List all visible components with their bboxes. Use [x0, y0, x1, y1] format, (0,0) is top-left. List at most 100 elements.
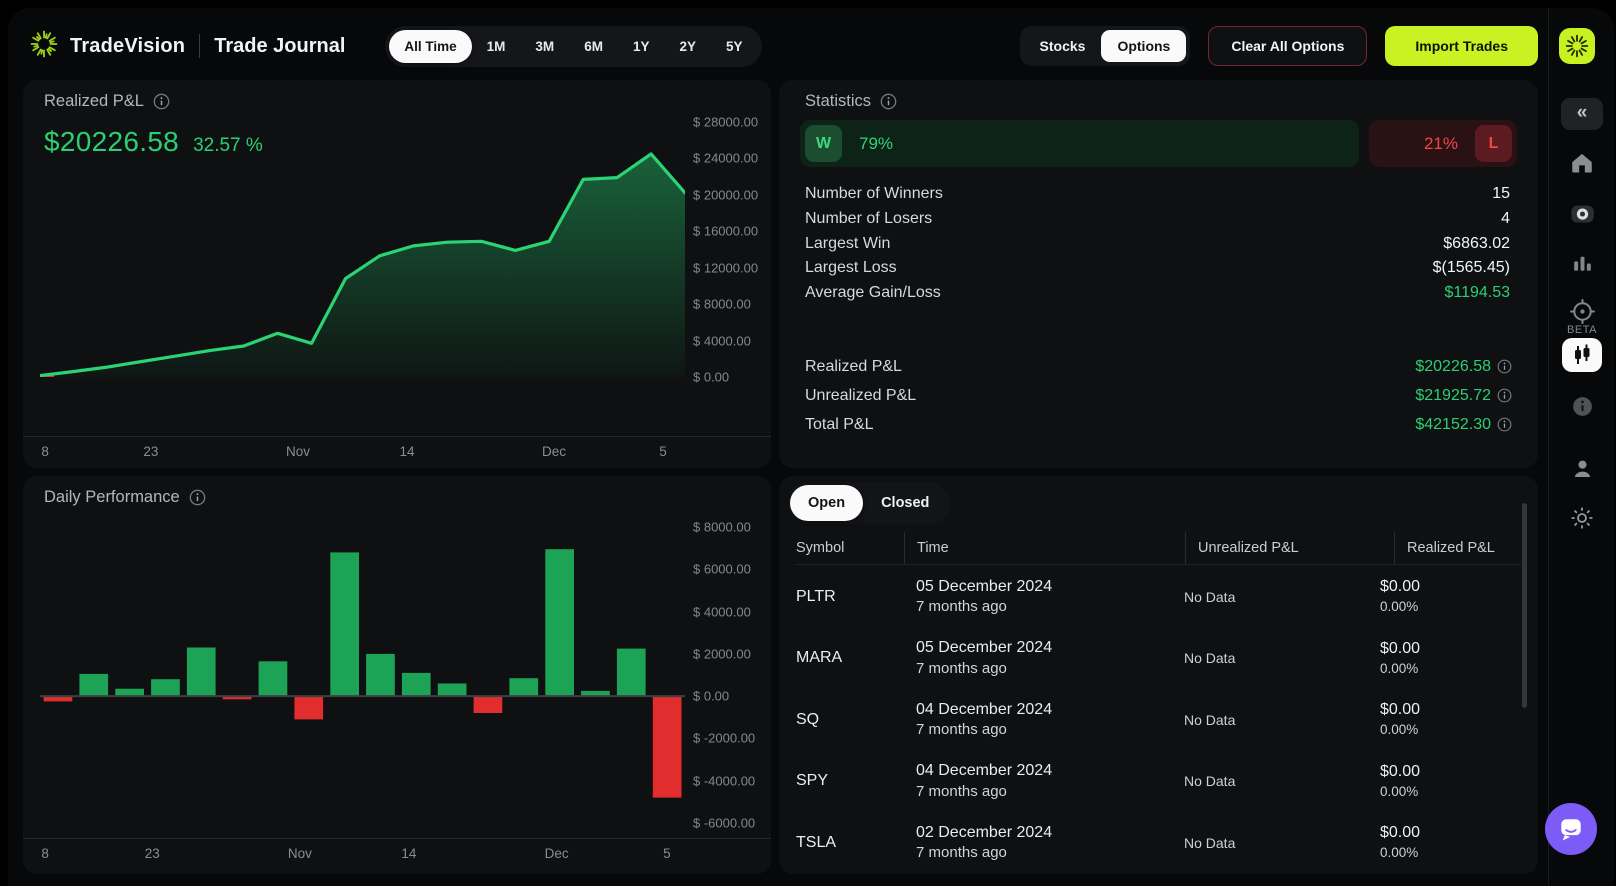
realized-percent: 0.00% — [1380, 598, 1521, 616]
time-filter-1m[interactable]: 1M — [472, 30, 521, 63]
daily-performance-title: Daily Performance — [44, 488, 206, 507]
cell-time: 04 December 20247 months ago — [904, 761, 1172, 801]
target-icon[interactable] — [1561, 295, 1603, 327]
sidebar-logo-button[interactable] — [1559, 28, 1595, 64]
pnl-row-0: Realized P&L$20226.58 — [805, 352, 1512, 381]
table-row-sq[interactable]: SQ04 December 20247 months agoNo Data$0.… — [796, 689, 1521, 751]
import-trades-button[interactable]: Import Trades — [1385, 26, 1538, 66]
pnl-value-group: $20226.58 — [1415, 358, 1512, 376]
column-header-realized: Realized P&L — [1394, 532, 1521, 564]
info-icon[interactable] — [1497, 417, 1512, 432]
equity-curve-y-axis: $ 28000.00$ 24000.00$ 20000.00$ 16000.00… — [693, 122, 767, 377]
column-header-symbol: Symbol — [796, 540, 904, 556]
position-age: 7 months ago — [916, 597, 1172, 617]
cell-realized: $0.000.00% — [1368, 577, 1521, 616]
time-filter-3m[interactable]: 3M — [520, 30, 569, 63]
tab-open[interactable]: Open — [790, 485, 863, 521]
position-date: 02 December 2024 — [916, 823, 1172, 844]
asset-toggle-group: StocksOptions — [1020, 26, 1191, 66]
time-filter-2y[interactable]: 2Y — [664, 30, 711, 63]
brand-name: TradeVision — [70, 35, 185, 58]
chat-button[interactable] — [1545, 803, 1597, 855]
positions-tabs: OpenClosed — [787, 482, 950, 524]
table-row-mara[interactable]: MARA05 December 20247 months agoNo Data$… — [796, 628, 1521, 690]
info-icon[interactable] — [1497, 388, 1512, 403]
pnl-value-group: $42152.30 — [1415, 416, 1512, 434]
realized-pnl-card: Realized P&L $20226.58 32.57 % $ 28000.0… — [23, 80, 771, 468]
pnl-value: $21925.72 — [1415, 387, 1491, 405]
watchlist-icon[interactable] — [1561, 197, 1603, 229]
realized-amount: $0.00 — [1380, 700, 1521, 721]
pnl-label: Total P&L — [805, 416, 873, 434]
cell-time: 04 December 20247 months ago — [904, 700, 1172, 740]
statistics-card: Statistics W 79% 21% L Number of Winners… — [779, 80, 1538, 468]
right-sidebar: « — [1548, 8, 1614, 886]
position-age: 7 months ago — [916, 782, 1172, 802]
daily-performance-x-axis: 823Nov14Dec5 — [40, 840, 685, 862]
options-candlestick-icon[interactable] — [1562, 338, 1602, 372]
home-icon[interactable] — [1561, 147, 1603, 179]
stat-value: 4 — [1501, 210, 1510, 228]
pnl-label: Unrealized P&L — [805, 387, 916, 405]
x-axis-line — [23, 436, 771, 437]
x-axis-line — [23, 838, 771, 839]
collapse-sidebar-icon[interactable]: « — [1561, 98, 1603, 130]
cell-symbol: TSLA — [796, 834, 904, 852]
theme-icon[interactable] — [1561, 502, 1603, 534]
loss-rate-bar: 21% L — [1369, 120, 1517, 167]
realized-amount: $0.00 — [1380, 639, 1521, 660]
x-axis-label: 14 — [399, 444, 414, 459]
cell-unrealized: No Data — [1172, 589, 1368, 605]
realized-percent: 0.00% — [1380, 783, 1521, 801]
equity-curve-x-axis: 823Nov14Dec5 — [40, 438, 685, 460]
position-age: 7 months ago — [916, 659, 1172, 679]
position-date: 04 December 2024 — [916, 761, 1172, 782]
chat-icon — [1556, 814, 1586, 844]
position-date: 04 December 2024 — [916, 700, 1172, 721]
time-filter-5y[interactable]: 5Y — [711, 30, 758, 63]
x-axis-label: 23 — [145, 846, 160, 861]
stat-value: $1194.53 — [1444, 284, 1510, 302]
app-window: TradeVision Trade Journal All Time1M3M6M… — [8, 8, 1614, 886]
y-axis-label: $ -4000.00 — [693, 773, 755, 788]
info-circle-icon[interactable] — [1561, 390, 1603, 422]
daily-performance-y-axis: $ 8000.00$ 6000.00$ 4000.00$ 2000.00$ 0.… — [693, 527, 767, 823]
table-row-spy[interactable]: SPY04 December 20247 months agoNo Data$0… — [796, 751, 1521, 813]
time-filter-all-time[interactable]: All Time — [389, 30, 471, 63]
info-icon[interactable] — [1497, 359, 1512, 374]
info-icon[interactable] — [880, 93, 897, 110]
stat-value: $6863.02 — [1443, 235, 1510, 253]
time-filter-6m[interactable]: 6M — [569, 30, 618, 63]
positions-table-header: Symbol Time Unrealized P&L Realized P&L — [796, 532, 1521, 565]
clear-all-options-button[interactable]: Clear All Options — [1208, 26, 1367, 66]
daily-performance-chart — [40, 527, 685, 823]
table-row-pltr[interactable]: PLTR05 December 20247 months agoNo Data$… — [796, 566, 1521, 628]
column-header-unrealized: Unrealized P&L — [1185, 532, 1394, 564]
info-icon[interactable] — [189, 489, 206, 506]
tab-closed[interactable]: Closed — [863, 485, 947, 521]
table-row-tsla[interactable]: TSLA02 December 20247 months agoNo Data$… — [796, 812, 1521, 874]
stat-label: Number of Losers — [805, 210, 932, 228]
table-scrollbar[interactable] — [1522, 503, 1527, 708]
time-filter-1y[interactable]: 1Y — [618, 30, 665, 63]
stat-label: Average Gain/Loss — [805, 284, 941, 302]
time-filter-group: All Time1M3M6M1Y2Y5Y — [385, 26, 761, 67]
y-axis-label: $ 16000.00 — [693, 224, 758, 239]
top-right-controls: StocksOptions Clear All Options Import T… — [1020, 26, 1538, 66]
page-title: Trade Journal — [214, 35, 345, 58]
asset-toggle-options[interactable]: Options — [1101, 30, 1186, 62]
win-loss-bar: W 79% 21% L — [800, 120, 1517, 167]
y-axis-label: $ 8000.00 — [693, 297, 751, 312]
x-axis-label: Nov — [286, 444, 310, 459]
stat-value: $(1565.45) — [1433, 259, 1510, 277]
realized-amount: $0.00 — [1380, 823, 1521, 844]
info-icon[interactable] — [153, 93, 170, 110]
win-percent: 79% — [859, 134, 893, 154]
statistics-rows: Number of Winners15Number of Losers4Larg… — [805, 182, 1510, 305]
top-bar: TradeVision Trade Journal All Time1M3M6M… — [8, 8, 1548, 84]
bar-chart-icon[interactable] — [1561, 247, 1603, 279]
asset-toggle-stocks[interactable]: Stocks — [1024, 30, 1102, 62]
profile-icon[interactable] — [1561, 452, 1603, 484]
y-axis-label: $ 24000.00 — [693, 151, 758, 166]
x-axis-label: 8 — [41, 846, 49, 861]
